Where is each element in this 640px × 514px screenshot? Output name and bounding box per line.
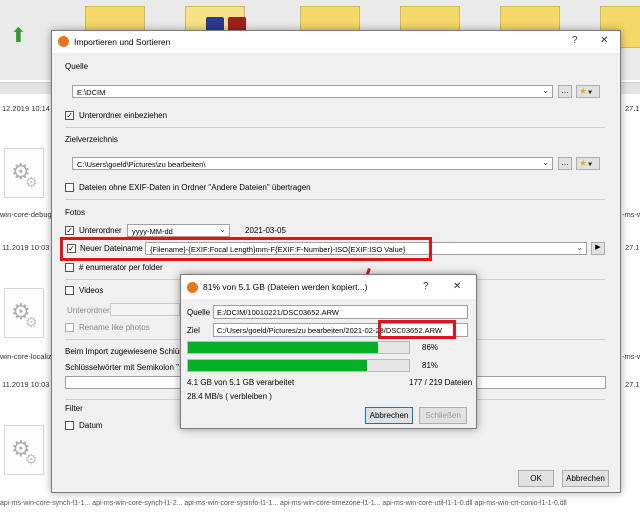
chevron-down-icon: ⌄ <box>219 225 226 234</box>
progress-cancel-button[interactable]: Abbrechen <box>365 407 413 424</box>
dropdown-arrow-icon: ▼ <box>587 162 594 168</box>
file-date: 11.2019 10:03 <box>2 380 50 389</box>
rename-like-photos-label: Rename like photos <box>79 323 150 332</box>
progress-titlebar: 81% von 5.1 GB (Dateien werden kopiert..… <box>181 275 476 299</box>
chevron-down-icon: ⌄ <box>576 243 583 252</box>
gear-icon: ⚙ <box>25 314 38 330</box>
star-icon: ★ <box>579 158 588 168</box>
videos-label: Videos <box>79 286 104 295</box>
file-count: 177 / 219 Dateien <box>409 378 473 387</box>
source-browse-button[interactable]: ... <box>558 85 572 98</box>
file-thumbnail[interactable]: ⚙ ⚙ <box>4 288 44 338</box>
rename-like-photos-checkbox[interactable] <box>65 323 74 332</box>
file-thumbnail[interactable]: ⚙ ⚙ <box>4 148 44 198</box>
chevron-down-icon: ⌄ <box>542 158 549 167</box>
target-group-label: Zielverzeichnis <box>65 135 118 144</box>
enumerator-checkbox[interactable] <box>65 263 74 272</box>
progress-source-field: E:/DCIM/10010221/DSC03652.ARW <box>213 305 468 319</box>
include-subfolders-label: Unterordner einbeziehen <box>79 111 168 120</box>
chevron-down-icon: ⌄ <box>542 86 549 95</box>
photo-subfolder-preview: 2021-03-05 <box>245 226 286 235</box>
total-progress-text: 81% <box>422 361 439 370</box>
up-arrow-icon[interactable]: ⬆ <box>10 26 27 46</box>
keywords-group-label: Beim Import zugewiesene Schlüsse <box>65 347 192 356</box>
divider <box>65 199 605 200</box>
videos-checkbox[interactable] <box>65 286 74 295</box>
file-name: -ms-w <box>622 210 640 219</box>
gear-icon: ⚙ <box>25 174 38 190</box>
progress-close-disabled-button[interactable]: Schließen <box>419 407 467 424</box>
file-progress-bar <box>187 341 410 354</box>
ok-button[interactable]: OK <box>518 470 554 487</box>
file-progress-fill <box>188 342 379 353</box>
source-path-value: E:\DCIM <box>77 88 106 97</box>
enumerator-label: # enumerator per folder <box>79 263 163 272</box>
close-button[interactable]: ✕ <box>600 35 608 46</box>
progress-target-label: Ziel <box>187 326 200 335</box>
play-icon: ▶ <box>595 244 601 251</box>
progress-help-button[interactable]: ? <box>423 281 429 292</box>
source-path-combo[interactable]: E:\DCIM ⌄ <box>72 85 553 98</box>
dropdown-arrow-icon: ▼ <box>587 90 594 96</box>
photo-subfolder-label: Unterordner <box>79 226 122 235</box>
progress-title: 81% von 5.1 GB (Dateien werden kopiert..… <box>203 282 368 292</box>
no-exif-label: Dateien ohne EXIF-Daten in Ordner "Ander… <box>79 183 311 192</box>
file-date: 27.1 <box>625 243 640 252</box>
no-exif-checkbox[interactable] <box>65 183 74 192</box>
app-icon <box>58 36 69 47</box>
video-subfolder-label: Unterordner <box>67 306 110 315</box>
file-thumbnail[interactable]: ⚙ ⚙ <box>4 425 44 475</box>
file-name: win-core-debug <box>0 210 52 219</box>
keywords-hint: Schlüsselwörter mit Semikolon ";" <box>65 363 185 372</box>
photo-subfolder-checkbox[interactable]: ✓ <box>65 226 74 235</box>
video-subfolder-input[interactable] <box>110 303 180 316</box>
app-icon <box>187 282 198 293</box>
include-subfolders-checkbox[interactable]: ✓ <box>65 111 74 120</box>
file-date: 27.1 <box>625 104 640 113</box>
target-path-combo[interactable]: C:\Users\goeld\Pictures\zu bearbeiten\ ⌄ <box>72 157 553 170</box>
dialog-title: Importieren und Sortieren <box>74 37 171 47</box>
help-button[interactable]: ? <box>572 35 578 46</box>
processed-amount: 4.1 GB von 5.1 GB verarbeitet <box>187 378 295 387</box>
total-progress-bar <box>187 359 410 372</box>
star-icon: ★ <box>579 86 588 96</box>
dialog-titlebar: Importieren und Sortieren ? ✕ <box>52 31 620 53</box>
bottom-file-strip: api-ms-win-core-synch-l1-1... api-ms-win… <box>0 500 567 507</box>
progress-close-button[interactable]: ✕ <box>453 281 461 292</box>
photos-group-label: Fotos <box>65 208 86 217</box>
total-progress-fill <box>188 360 367 371</box>
target-path-value: C:\Users\goeld\Pictures\zu bearbeiten\ <box>77 160 206 169</box>
transfer-speed: 28.4 MB/s ( verbleiben ) <box>187 392 272 401</box>
play-button[interactable]: ▶ <box>591 242 605 255</box>
source-favorites-button[interactable]: ★▼ <box>576 85 600 98</box>
target-browse-button[interactable]: ... <box>558 157 572 170</box>
photo-subfolder-format-combo[interactable]: yyyy-MM-dd ⌄ <box>127 224 230 237</box>
target-favorites-button[interactable]: ★▼ <box>576 157 600 170</box>
progress-source-label: Quelle <box>187 308 211 317</box>
file-progress-text: 86% <box>422 343 439 352</box>
divider <box>65 127 605 128</box>
highlight-new-filename <box>60 237 432 261</box>
cancel-button[interactable]: Abbrechen <box>562 470 609 487</box>
source-group-label: Quelle <box>65 62 89 71</box>
filter-group-label: Filter <box>65 404 83 413</box>
file-date: 11.2019 10:03 <box>2 243 50 252</box>
file-date: 27.1 <box>625 380 640 389</box>
file-name: win-core-localiz <box>0 352 52 361</box>
file-name: -ms-w <box>622 352 640 361</box>
file-date: 12.2019 10:14 <box>2 104 50 113</box>
gear-icon: ⚙ <box>25 451 38 467</box>
photo-subfolder-format-value: yyyy-MM-dd <box>132 227 173 236</box>
highlight-target-filename <box>378 320 456 339</box>
date-filter-checkbox[interactable] <box>65 421 74 430</box>
date-filter-label: Datum <box>79 421 103 430</box>
copy-progress-dialog: 81% von 5.1 GB (Dateien werden kopiert..… <box>180 274 477 429</box>
